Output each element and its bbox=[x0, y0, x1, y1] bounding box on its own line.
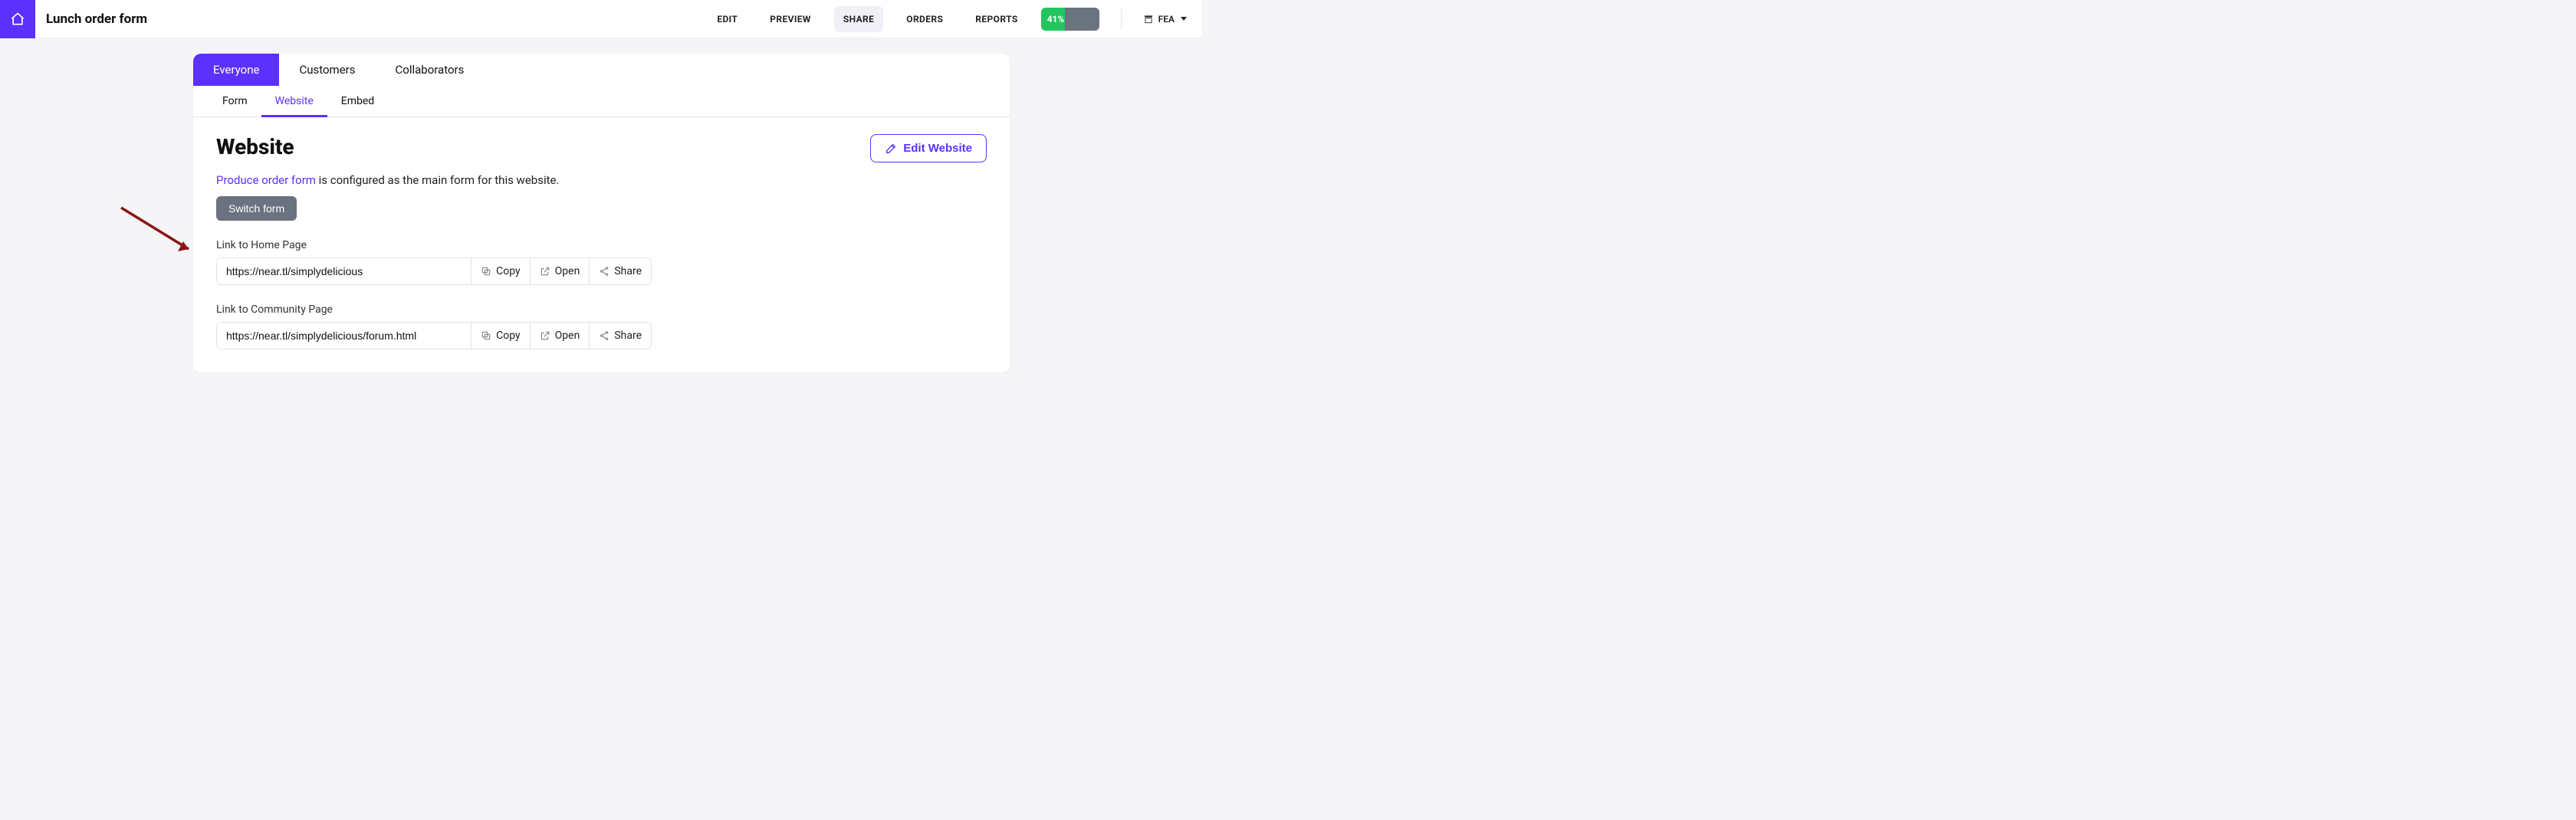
configured-form-suffix: is configured as the main form for this … bbox=[316, 173, 559, 187]
subtab-embed[interactable]: Embed bbox=[327, 86, 388, 116]
home-copy-button[interactable]: Copy bbox=[472, 257, 531, 285]
community-link-label: Link to Community Page bbox=[216, 303, 987, 316]
copy-label: Copy bbox=[496, 265, 521, 277]
account-label: FEA bbox=[1158, 14, 1175, 25]
subtab-website[interactable]: Website bbox=[261, 86, 327, 117]
nav-reports[interactable]: REPORTS bbox=[966, 6, 1027, 32]
tab-collaborators[interactable]: Collaborators bbox=[376, 54, 485, 86]
share-icon bbox=[599, 330, 610, 341]
home-share-button[interactable]: Share bbox=[590, 257, 652, 285]
nav-orders[interactable]: ORDERS bbox=[897, 6, 952, 32]
progress-indicator[interactable]: 41% bbox=[1041, 8, 1099, 31]
configured-form-text: Produce order form is configured as the … bbox=[216, 173, 987, 187]
top-nav: EDIT PREVIEW SHARE ORDERS REPORTS 41% FE… bbox=[708, 6, 1187, 32]
home-button[interactable] bbox=[0, 0, 35, 38]
open-label: Open bbox=[555, 265, 580, 277]
copy-icon bbox=[481, 266, 491, 277]
community-link-row: Copy Open Share bbox=[216, 322, 652, 349]
nav-preview[interactable]: PREVIEW bbox=[761, 6, 820, 32]
community-link-input[interactable] bbox=[216, 322, 472, 349]
switch-form-button[interactable]: Switch form bbox=[216, 196, 297, 221]
community-open-button[interactable]: Open bbox=[531, 322, 590, 349]
audience-tabs: Everyone Customers Collaborators bbox=[193, 54, 1010, 86]
edit-website-button[interactable]: Edit Website bbox=[870, 134, 987, 162]
section-title: Website bbox=[216, 134, 294, 159]
edit-website-label: Edit Website bbox=[903, 142, 972, 155]
nav-edit[interactable]: EDIT bbox=[708, 6, 747, 32]
storefront-icon bbox=[1143, 14, 1154, 25]
home-link-row: Copy Open Share bbox=[216, 257, 652, 285]
home-link-input[interactable] bbox=[216, 257, 472, 285]
open-icon bbox=[540, 266, 550, 277]
share-panel: Everyone Customers Collaborators Form We… bbox=[193, 54, 1010, 372]
page-title: Lunch order form bbox=[46, 11, 147, 27]
edit-icon bbox=[885, 143, 897, 155]
copy-icon bbox=[481, 330, 491, 341]
share-label: Share bbox=[614, 330, 642, 342]
copy-label: Copy bbox=[496, 330, 521, 342]
community-share-button[interactable]: Share bbox=[590, 322, 652, 349]
share-label: Share bbox=[614, 265, 642, 277]
home-link-label: Link to Home Page bbox=[216, 239, 987, 251]
progress-label: 41% bbox=[1041, 14, 1065, 25]
tab-everyone[interactable]: Everyone bbox=[193, 54, 279, 86]
configured-form-link[interactable]: Produce order form bbox=[216, 173, 316, 187]
account-switcher[interactable]: FEA bbox=[1143, 14, 1187, 25]
nav-share[interactable]: SHARE bbox=[834, 6, 883, 32]
website-section: Website Edit Website Produce order form … bbox=[193, 117, 1010, 372]
nav-divider bbox=[1121, 8, 1122, 30]
share-subtabs: Form Website Embed bbox=[193, 86, 1010, 117]
open-icon bbox=[540, 330, 550, 341]
subtab-form[interactable]: Form bbox=[209, 86, 261, 116]
chevron-down-icon bbox=[1181, 17, 1187, 21]
top-bar: Lunch order form EDIT PREVIEW SHARE ORDE… bbox=[0, 0, 1202, 38]
share-icon bbox=[599, 266, 610, 277]
home-open-button[interactable]: Open bbox=[531, 257, 590, 285]
home-icon bbox=[10, 11, 25, 27]
tab-customers[interactable]: Customers bbox=[279, 54, 375, 86]
open-label: Open bbox=[555, 330, 580, 342]
community-copy-button[interactable]: Copy bbox=[472, 322, 531, 349]
